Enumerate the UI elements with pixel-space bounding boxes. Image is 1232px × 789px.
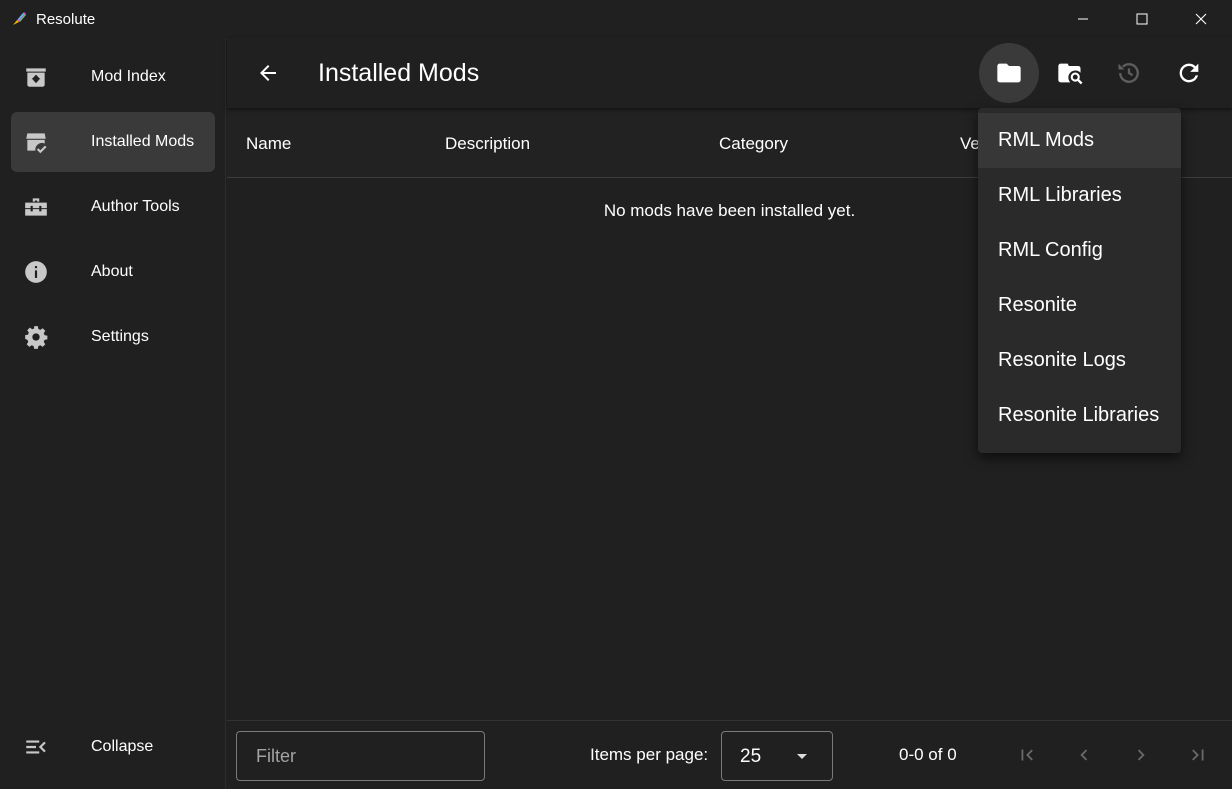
first-page-icon (1021, 749, 1033, 761)
first-page-button[interactable] (1012, 740, 1042, 770)
column-header-category[interactable]: Category (719, 134, 788, 154)
close-button[interactable] (1172, 0, 1230, 38)
sidebar-item-installed-mods[interactable]: Installed Mods (11, 112, 215, 172)
toolbox-icon (23, 194, 49, 220)
arrow-left-icon (260, 65, 276, 81)
minimize-button[interactable] (1054, 0, 1112, 38)
maximize-icon (1136, 13, 1148, 25)
sidebar-item-author-tools[interactable]: Author Tools (11, 177, 215, 237)
page-header: Installed Mods (227, 38, 1232, 108)
menu-item-resonite[interactable]: Resonite (978, 278, 1181, 333)
archive-icon (23, 64, 49, 90)
page-range-label: 0-0 of 0 (899, 745, 957, 764)
column-header-version[interactable]: Ve (960, 134, 980, 154)
items-per-page-value: 25 (740, 746, 762, 767)
last-page-button[interactable] (1183, 740, 1213, 770)
minimize-icon (1078, 18, 1088, 20)
menu-item-rml-mods[interactable]: RML Mods (978, 113, 1181, 168)
items-per-page-select[interactable]: 25 (721, 731, 833, 781)
app-logo-icon (10, 10, 28, 28)
sidebar: Mod Index Installed Mods Author Tools Ab… (0, 38, 226, 789)
sidebar-collapse-button[interactable]: Collapse (11, 717, 215, 777)
installed-store-icon (23, 129, 49, 155)
chevron-left-icon (1080, 749, 1088, 761)
sidebar-item-about[interactable]: About (11, 242, 215, 302)
previous-page-button[interactable] (1069, 740, 1099, 770)
collapse-menu-icon (23, 734, 49, 760)
refresh-button[interactable] (1159, 43, 1219, 103)
info-icon (23, 259, 49, 285)
back-button[interactable] (251, 56, 285, 90)
history-icon (1118, 63, 1139, 83)
table-footer: Items per page: 25 0-0 of 0 (227, 720, 1232, 789)
sidebar-item-label: Settings (91, 328, 149, 345)
column-header-name[interactable]: Name (246, 134, 291, 154)
next-page-button[interactable] (1126, 740, 1156, 770)
sidebar-item-label: Installed Mods (91, 133, 195, 150)
close-icon (1195, 13, 1207, 25)
menu-item-resonite-libraries[interactable]: Resonite Libraries (978, 388, 1181, 443)
menu-item-rml-libraries[interactable]: RML Libraries (978, 168, 1181, 223)
window-title: Resolute (36, 11, 96, 28)
sidebar-item-label: Mod Index (91, 68, 166, 85)
collapse-label: Collapse (91, 738, 154, 755)
title-bar: Resolute (0, 0, 1232, 38)
sidebar-item-settings[interactable]: Settings (11, 307, 215, 367)
find-mods-button[interactable] (1040, 43, 1100, 103)
gear-icon (23, 324, 49, 350)
folder-icon (997, 63, 1021, 83)
chevron-right-icon (1137, 749, 1145, 761)
menu-item-rml-config[interactable]: RML Config (978, 223, 1181, 278)
items-per-page-label: Items per page: (590, 745, 709, 764)
column-header-description[interactable]: Description (445, 134, 530, 154)
sidebar-item-mod-index[interactable]: Mod Index (11, 47, 215, 107)
open-folder-menu: RML Mods RML Libraries RML Config Resoni… (978, 108, 1181, 453)
history-button[interactable] (1099, 43, 1159, 103)
filter-field (236, 731, 485, 781)
dropdown-arrow-icon (794, 752, 810, 762)
refresh-icon (1179, 63, 1199, 83)
sidebar-item-label: Author Tools (91, 198, 180, 215)
page-title: Installed Mods (318, 59, 480, 87)
maximize-button[interactable] (1113, 0, 1171, 38)
filter-input[interactable] (237, 732, 484, 780)
last-page-icon (1192, 749, 1204, 761)
folder-search-icon (1058, 63, 1083, 85)
menu-item-resonite-logs[interactable]: Resonite Logs (978, 333, 1181, 388)
open-folder-button[interactable] (979, 43, 1039, 103)
sidebar-item-label: About (91, 263, 133, 280)
